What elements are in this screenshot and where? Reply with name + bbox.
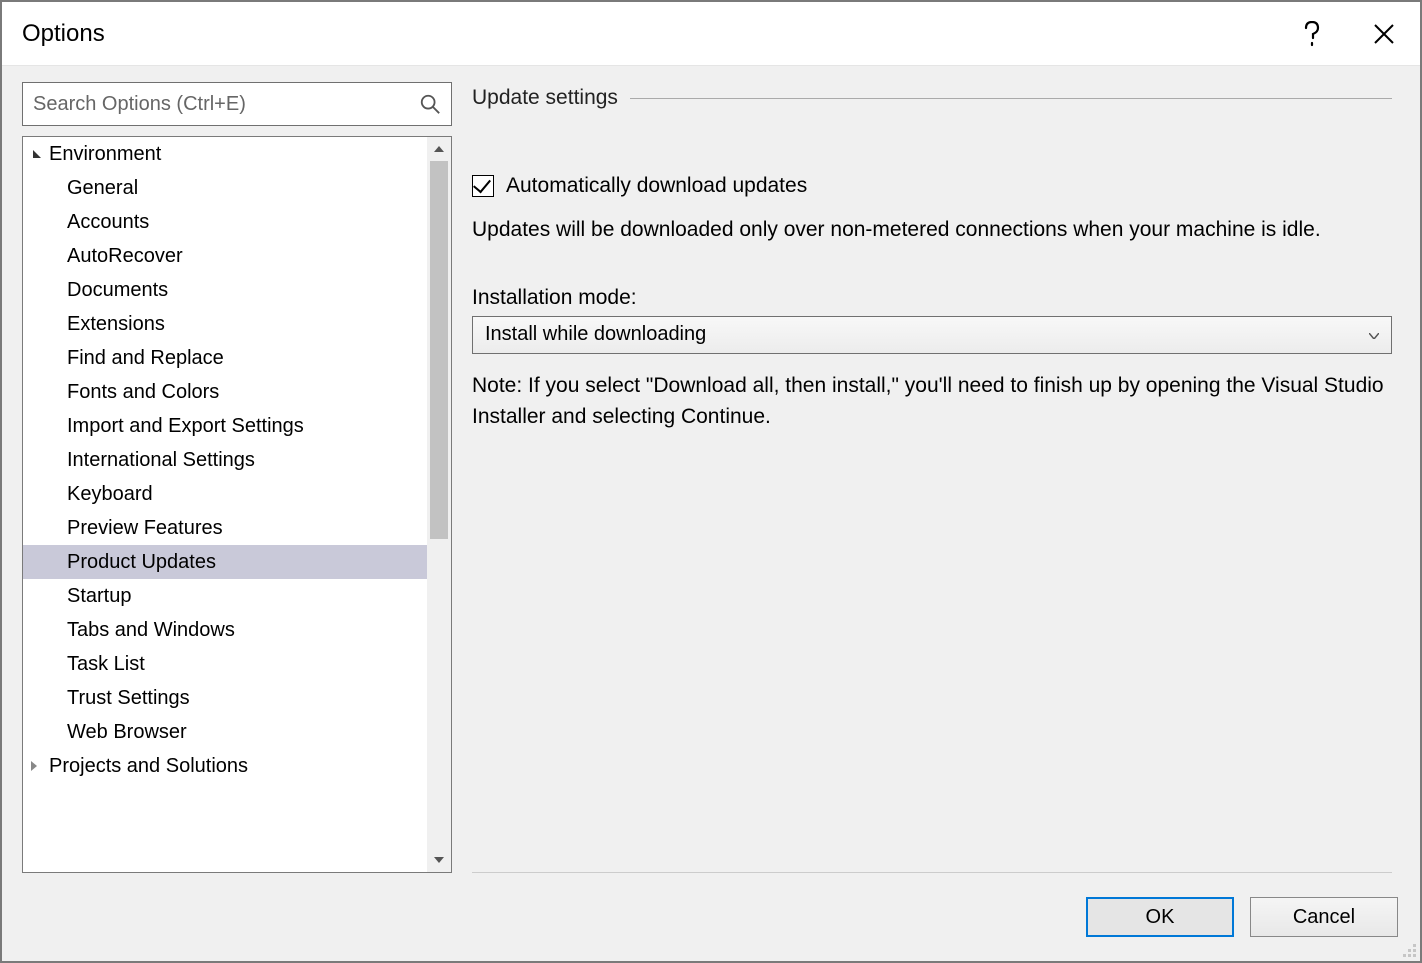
auto-download-help: Updates will be downloaded only over non… xyxy=(472,214,1392,246)
tree-item-trust-settings[interactable]: Trust Settings xyxy=(23,681,427,715)
options-dialog: Options Environment General Accounts AutoRe… xyxy=(0,0,1422,963)
chevron-down-icon xyxy=(1369,328,1379,342)
tree-item-web-browser[interactable]: Web Browser xyxy=(23,715,427,749)
dialog-title: Options xyxy=(22,20,1296,48)
tree-item-label: Tabs and Windows xyxy=(67,619,235,642)
tree-item-label: Find and Replace xyxy=(67,347,224,370)
install-mode-note: Note: If you select "Download all, then … xyxy=(472,370,1392,433)
scroll-thumb[interactable] xyxy=(430,161,448,539)
close-button[interactable] xyxy=(1368,18,1400,50)
install-mode-dropdown[interactable]: Install while downloading xyxy=(472,316,1392,354)
tree-group-projects-and-solutions[interactable]: Projects and Solutions xyxy=(23,749,427,783)
tree-item-label: Trust Settings xyxy=(67,687,190,710)
tree-item-extensions[interactable]: Extensions xyxy=(23,307,427,341)
help-button[interactable] xyxy=(1296,18,1328,50)
tree-item-label: General xyxy=(67,177,138,200)
tree-item-startup[interactable]: Startup xyxy=(23,579,427,613)
auto-download-label[interactable]: Automatically download updates xyxy=(506,174,807,198)
section-divider xyxy=(630,98,1392,99)
tree-group-label: Environment xyxy=(49,143,161,166)
titlebar: Options xyxy=(2,2,1420,66)
tree-item-product-updates[interactable]: Product Updates xyxy=(23,545,427,579)
tree-item-label: International Settings xyxy=(67,449,255,472)
tree-item-label: Startup xyxy=(67,585,131,608)
cancel-button[interactable]: Cancel xyxy=(1250,897,1398,937)
auto-download-checkbox[interactable] xyxy=(472,175,494,197)
tree-item-preview-features[interactable]: Preview Features xyxy=(23,511,427,545)
tree-item-label: Accounts xyxy=(67,211,149,234)
tree-item-import-and-export-settings[interactable]: Import and Export Settings xyxy=(23,409,427,443)
ok-button[interactable]: OK xyxy=(1086,897,1234,937)
close-icon xyxy=(1373,23,1395,45)
scroll-down-button[interactable] xyxy=(427,848,451,872)
scroll-up-button[interactable] xyxy=(427,137,451,161)
tree-item-label: Keyboard xyxy=(67,483,153,506)
install-mode-label: Installation mode: xyxy=(472,286,1392,310)
tree-group-environment[interactable]: Environment xyxy=(23,137,427,171)
tree-item-label: Extensions xyxy=(67,313,165,336)
search-box[interactable] xyxy=(22,82,452,126)
tree-item-find-and-replace[interactable]: Find and Replace xyxy=(23,341,427,375)
tree-item-international-settings[interactable]: International Settings xyxy=(23,443,427,477)
tree-item-label: Product Updates xyxy=(67,551,216,574)
tree-item-documents[interactable]: Documents xyxy=(23,273,427,307)
tree-item-label: Documents xyxy=(67,279,168,302)
tree-item-accounts[interactable]: Accounts xyxy=(23,205,427,239)
resize-grip[interactable] xyxy=(1400,941,1416,957)
caret-collapsed-icon xyxy=(31,761,45,771)
tree-item-label: Task List xyxy=(67,653,145,676)
tree-item-label: Preview Features xyxy=(67,517,223,540)
install-mode-value: Install while downloading xyxy=(485,323,706,346)
caret-expanded-icon xyxy=(31,148,45,160)
tree-group-label: Projects and Solutions xyxy=(49,755,248,778)
tree-scrollbar[interactable] xyxy=(427,137,451,872)
tree-item-fonts-and-colors[interactable]: Fonts and Colors xyxy=(23,375,427,409)
tree-item-tabs-and-windows[interactable]: Tabs and Windows xyxy=(23,613,427,647)
tree-item-label: Fonts and Colors xyxy=(67,381,219,404)
help-icon xyxy=(1304,21,1320,47)
search-icon xyxy=(419,93,441,115)
tree-item-label: Web Browser xyxy=(67,721,187,744)
tree-item-label: AutoRecover xyxy=(67,245,183,268)
tree-item-general[interactable]: General xyxy=(23,171,427,205)
tree-item-label: Import and Export Settings xyxy=(67,415,304,438)
section-title: Update settings xyxy=(472,86,618,110)
tree-item-keyboard[interactable]: Keyboard xyxy=(23,477,427,511)
tree-item-task-list[interactable]: Task List xyxy=(23,647,427,681)
options-tree[interactable]: Environment General Accounts AutoRecover Doc… xyxy=(22,136,452,873)
search-input[interactable] xyxy=(33,93,419,116)
tree-item-autorecover[interactable]: AutoRecover xyxy=(23,239,427,273)
